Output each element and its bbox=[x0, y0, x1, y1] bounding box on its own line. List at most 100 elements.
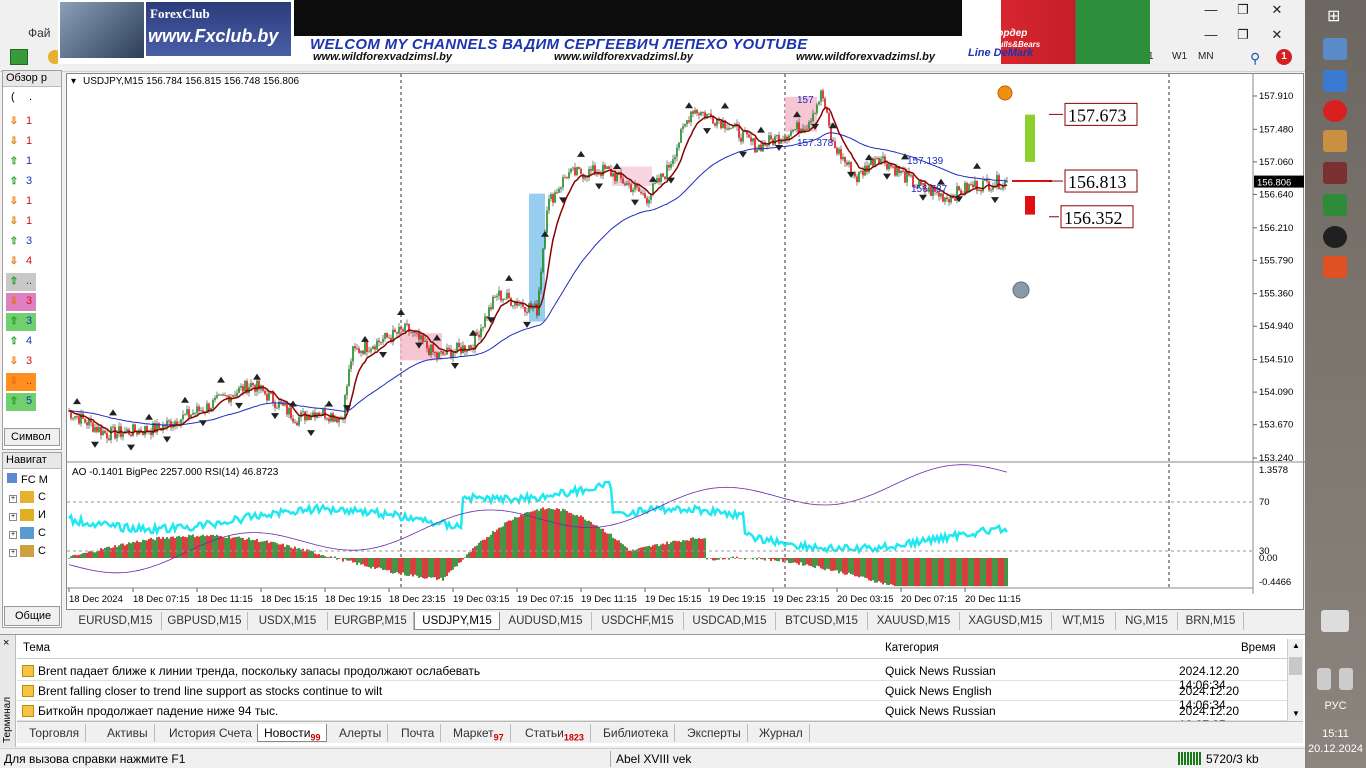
speaker-icon[interactable] bbox=[1323, 162, 1347, 184]
nav-root[interactable]: FC M bbox=[7, 473, 48, 489]
terminal-tab[interactable]: Библиотека bbox=[597, 724, 676, 742]
news-row[interactable]: Brent falling closer to trend line suppo… bbox=[17, 681, 1287, 712]
expand-icon[interactable]: + bbox=[9, 531, 17, 539]
terminal-tab[interactable]: История Счета bbox=[163, 724, 259, 742]
tab-symbols[interactable]: Символ bbox=[4, 428, 60, 446]
chart-window[interactable]: 157.910 157.480 157.060 156.640 156.210 155.7… bbox=[66, 73, 1305, 611]
symbol-tab[interactable]: AUDUSD,M15 bbox=[500, 612, 592, 630]
mdi-close-button[interactable]: ✕ bbox=[1262, 26, 1292, 44]
symbol-tab[interactable]: USDCAD,M15 bbox=[684, 612, 776, 630]
market-watch-row[interactable]: ⇩ 1 bbox=[6, 133, 36, 151]
tf-mn[interactable]: MN bbox=[1198, 51, 1214, 62]
market-watch-row[interactable]: ⇧ 3 bbox=[6, 313, 36, 331]
symbol-tab[interactable]: WT,M15 bbox=[1052, 612, 1116, 630]
nav-item[interactable]: + И bbox=[9, 509, 46, 525]
new-chart-icon[interactable] bbox=[10, 49, 28, 65]
banner-url-1[interactable]: www.wildforexvadzimsl.by bbox=[313, 51, 452, 63]
scroll-up-icon[interactable]: ▲ bbox=[1292, 641, 1300, 650]
close-button[interactable]: ✕ bbox=[1262, 1, 1292, 19]
restore-button[interactable]: ❐ bbox=[1228, 1, 1258, 19]
terminal-tab[interactable]: Активы bbox=[101, 724, 155, 742]
mw-header-symbol[interactable]: ( bbox=[11, 91, 15, 103]
symbol-tab[interactable]: USDJPY,M15 bbox=[414, 612, 500, 630]
windows-start-icon[interactable]: ⊞ bbox=[1327, 6, 1340, 26]
symbol-tab[interactable]: EURGBP,M15 bbox=[328, 612, 414, 630]
paint-icon[interactable] bbox=[1323, 130, 1347, 152]
col-time[interactable]: Время bbox=[1241, 642, 1276, 654]
nav-item[interactable]: + С bbox=[9, 527, 46, 543]
market-watch-row[interactable]: ⇧ 4 bbox=[6, 333, 36, 351]
market-watch-row[interactable]: ⇩ 1 bbox=[6, 113, 36, 131]
symbol-tab[interactable]: USDX,M15 bbox=[248, 612, 328, 630]
scroll-thumb[interactable] bbox=[1289, 657, 1302, 675]
nav-item[interactable]: + С bbox=[9, 545, 46, 561]
symbol-tab[interactable]: NG,M15 bbox=[1116, 612, 1178, 630]
market-watch-row[interactable]: ⇩ 1 bbox=[6, 193, 36, 211]
clock-time[interactable]: 15:11 bbox=[1305, 728, 1366, 740]
terminal-tab[interactable]: Торговля bbox=[23, 724, 87, 742]
chart-menu-icon[interactable]: ▾ bbox=[71, 76, 76, 87]
col-topic[interactable]: Тема bbox=[23, 642, 50, 654]
market-watch-title[interactable]: Обзор р bbox=[3, 71, 61, 87]
market-watch-row[interactable]: ⇧ 1 bbox=[6, 153, 36, 171]
nav-item[interactable]: + С bbox=[9, 491, 46, 507]
mw-header-bid[interactable]: . bbox=[29, 91, 32, 103]
expand-icon[interactable]: + bbox=[9, 495, 17, 503]
market-watch-row[interactable]: ⇧ 3 bbox=[6, 173, 36, 191]
language-indicator[interactable]: РУС bbox=[1305, 700, 1366, 712]
market-watch-row[interactable]: ⇩ 3 bbox=[6, 353, 36, 371]
terminal-tab[interactable]: Почта bbox=[395, 724, 442, 742]
navigator-title[interactable]: Навигат bbox=[3, 453, 61, 469]
search-icon[interactable]: ⚲ bbox=[1250, 50, 1260, 67]
clock-date[interactable]: 20.12.2024 bbox=[1305, 743, 1366, 755]
keyboard-icon[interactable] bbox=[1321, 610, 1349, 632]
symbol-tab[interactable]: XAUUSD,M15 bbox=[868, 612, 960, 630]
status-profile[interactable]: Abel XVIII vek bbox=[616, 752, 691, 766]
price-chart[interactable]: 157.910 157.480 157.060 156.640 156.210 155.7… bbox=[67, 74, 1305, 611]
col-category[interactable]: Категория bbox=[885, 642, 939, 654]
tab-common[interactable]: Общие bbox=[4, 606, 60, 626]
terminal-tab[interactable]: Журнал bbox=[753, 724, 810, 742]
scroll-down-icon[interactable]: ▼ bbox=[1292, 709, 1300, 718]
symbol-tab[interactable]: EURUSD,M15 bbox=[70, 612, 162, 630]
terminal-close-icon[interactable]: × bbox=[3, 637, 9, 649]
volume-icon[interactable] bbox=[1339, 668, 1353, 690]
symbol-tab[interactable]: USDCHF,M15 bbox=[592, 612, 684, 630]
symbol-tab[interactable]: BTCUSD,M15 bbox=[776, 612, 868, 630]
calculator-icon[interactable] bbox=[1323, 194, 1347, 216]
news-row[interactable]: Brent падает ближе к линии тренда, поско… bbox=[17, 661, 1287, 692]
market-watch-row[interactable]: ⇩.. bbox=[6, 373, 36, 391]
app-icon[interactable] bbox=[1323, 256, 1347, 278]
minimize-button[interactable]: — bbox=[1196, 1, 1226, 19]
market-watch-row[interactable]: ⇧.. bbox=[6, 273, 36, 291]
symbol-tab[interactable]: GBPUSD,M15 bbox=[162, 612, 248, 630]
market-watch-row[interactable]: ⇧ 3 bbox=[6, 233, 36, 251]
network-icon[interactable] bbox=[1317, 668, 1331, 690]
news-row[interactable]: Биткойн продолжает падение ниже 94 тыс. Q… bbox=[17, 701, 1287, 732]
symbol-tab[interactable]: XAGUSD,M15 bbox=[960, 612, 1052, 630]
opera-icon[interactable] bbox=[1323, 100, 1347, 122]
terminal-tab[interactable]: Новости99 bbox=[257, 724, 328, 742]
notification-badge[interactable]: 1 bbox=[1276, 49, 1292, 65]
symbol-tab[interactable]: BRN,M15 bbox=[1178, 612, 1244, 630]
mdi-minimize-button[interactable]: — bbox=[1196, 26, 1226, 44]
explorer-icon[interactable] bbox=[1323, 38, 1347, 60]
outlook-icon[interactable] bbox=[1323, 70, 1347, 92]
tf-w1[interactable]: W1 bbox=[1172, 51, 1187, 62]
news-scrollbar[interactable]: ▲ ▼ bbox=[1287, 639, 1303, 721]
banner-url-2[interactable]: www.wildforexvadzimsl.by bbox=[554, 51, 693, 63]
market-watch-row[interactable]: ⇩ 4 bbox=[6, 253, 36, 271]
banner-url-3[interactable]: www.wildforexvadzimsl.by bbox=[796, 51, 935, 63]
mdi-restore-button[interactable]: ❐ bbox=[1228, 26, 1258, 44]
expand-icon[interactable]: + bbox=[9, 549, 17, 557]
market-watch-row[interactable]: ⇩ 1 bbox=[6, 213, 36, 231]
record-icon[interactable] bbox=[1323, 226, 1347, 248]
terminal-tab[interactable]: Эксперты bbox=[681, 724, 748, 742]
market-watch-row[interactable]: ⇧ 5 bbox=[6, 393, 36, 411]
terminal-tab[interactable]: Алерты bbox=[333, 724, 389, 742]
expand-icon[interactable]: + bbox=[9, 513, 17, 521]
market-watch-row[interactable]: ⇩ 3 bbox=[6, 293, 36, 311]
terminal-tab[interactable]: Статьи1823 bbox=[519, 724, 591, 742]
terminal-tab[interactable]: Маркет97 bbox=[447, 724, 511, 742]
fxclub-url[interactable]: www.Fxclub.by bbox=[148, 26, 278, 47]
